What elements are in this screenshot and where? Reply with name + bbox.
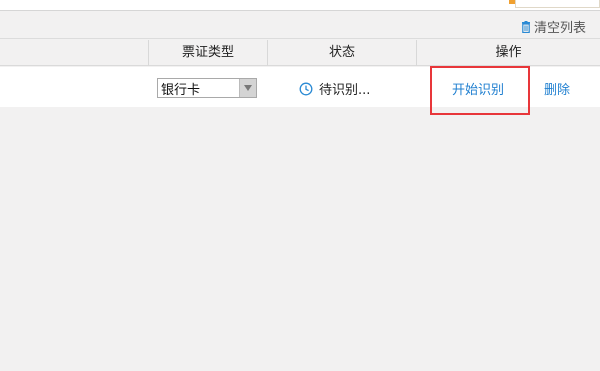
header-ticket-type: 票证类型 <box>148 40 267 66</box>
table-header: 票证类型 状态 操作 <box>0 40 600 66</box>
ticket-type-value: 银行卡 <box>161 82 201 98</box>
highlight-box <box>430 66 530 115</box>
trash-icon <box>521 20 530 33</box>
status-cell: 待识别... <box>299 79 370 98</box>
header-actions: 操作 <box>416 40 600 66</box>
clear-list-button[interactable]: 清空列表 <box>521 17 586 36</box>
chevron-down-icon[interactable] <box>239 79 256 97</box>
delete-link[interactable]: 删除 <box>544 79 570 98</box>
clear-list-label: 清空列表 <box>533 21 586 36</box>
top-input-box <box>515 0 600 8</box>
ticket-type-select[interactable]: 银行卡 <box>157 78 257 98</box>
status-text: 待识别... <box>319 83 371 98</box>
toolbar: 清空列表 <box>0 11 600 39</box>
top-strip <box>0 0 600 11</box>
clock-icon <box>299 82 313 95</box>
header-status: 状态 <box>267 40 416 66</box>
